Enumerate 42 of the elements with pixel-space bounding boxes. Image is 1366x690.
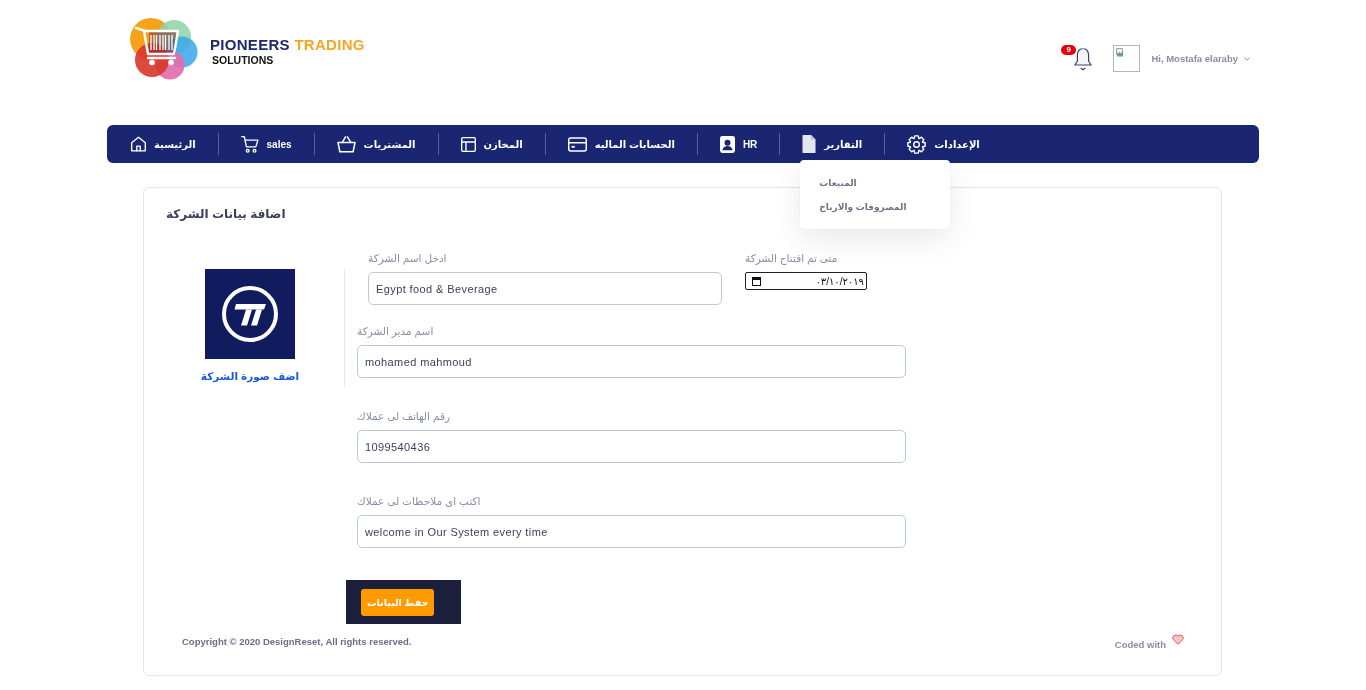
field-label: ادخل اسم الشركة <box>368 251 447 265</box>
date-field[interactable]: ٠٣/١٠/٢٠١٩ <box>745 272 867 290</box>
input-field[interactable]: mohamed mahmoud <box>357 345 906 378</box>
field-label: اكتب اى ملاحظات لى عملاك <box>357 494 481 508</box>
chevron-down-icon <box>1244 56 1250 61</box>
document-icon <box>802 135 817 153</box>
broken-image-icon <box>1116 48 1125 57</box>
field-label: متى تم افتتاح الشركة <box>745 251 838 265</box>
logo-tagline: SOLUTIONS <box>212 54 274 66</box>
basket-icon <box>336 135 356 153</box>
heart-icon <box>1172 634 1184 645</box>
field-label: رقم الهاتف لى عملاك <box>357 409 450 423</box>
input-field[interactable]: 1099540436 <box>357 430 906 463</box>
field-label: اسم مدير الشركة <box>357 324 434 338</box>
cart-icon <box>240 135 259 153</box>
nav-item[interactable]: الإعدادات <box>907 135 980 153</box>
layout-icon <box>460 136 476 152</box>
logo-text: TRADING <box>294 36 365 53</box>
menu-item[interactable]: المبيعات <box>819 171 857 195</box>
calendar-icon <box>752 276 761 286</box>
nav-item[interactable]: التقارير <box>802 135 863 153</box>
logo-text: PIONEERS <box>210 36 290 53</box>
bell-icon[interactable] <box>1074 46 1093 71</box>
nav-item[interactable]: المخازن <box>460 135 523 153</box>
nav-item[interactable]: الرئيسية <box>131 135 196 153</box>
notification-badge: 9 <box>1061 44 1076 55</box>
input-field[interactable]: welcome in Our System every time <box>357 515 906 548</box>
card-title: اضافة بيانات الشركة <box>166 206 286 222</box>
home-icon <box>131 136 146 152</box>
credit-card-icon <box>567 136 587 152</box>
nav-item[interactable]: HR <box>719 135 758 153</box>
nav-item[interactable]: الحسابات الماليه <box>567 135 675 153</box>
user-badge-icon <box>719 135 735 153</box>
nav-item[interactable]: المشتريات <box>336 135 416 153</box>
nav-item[interactable]: sales <box>240 135 292 153</box>
cart-logo-icon <box>130 18 198 80</box>
input-field[interactable]: Egypt food & Beverage <box>368 272 722 305</box>
credit-text: Coded with <box>1114 639 1166 650</box>
copyright-text: Copyright © 2020 DesignReset, All rights reserved. <box>182 636 412 647</box>
upload-link[interactable]: اضف صورة الشركة <box>200 370 300 382</box>
gear-icon <box>907 134 927 154</box>
menu-item[interactable]: المصروفات والارباح <box>819 195 907 219</box>
